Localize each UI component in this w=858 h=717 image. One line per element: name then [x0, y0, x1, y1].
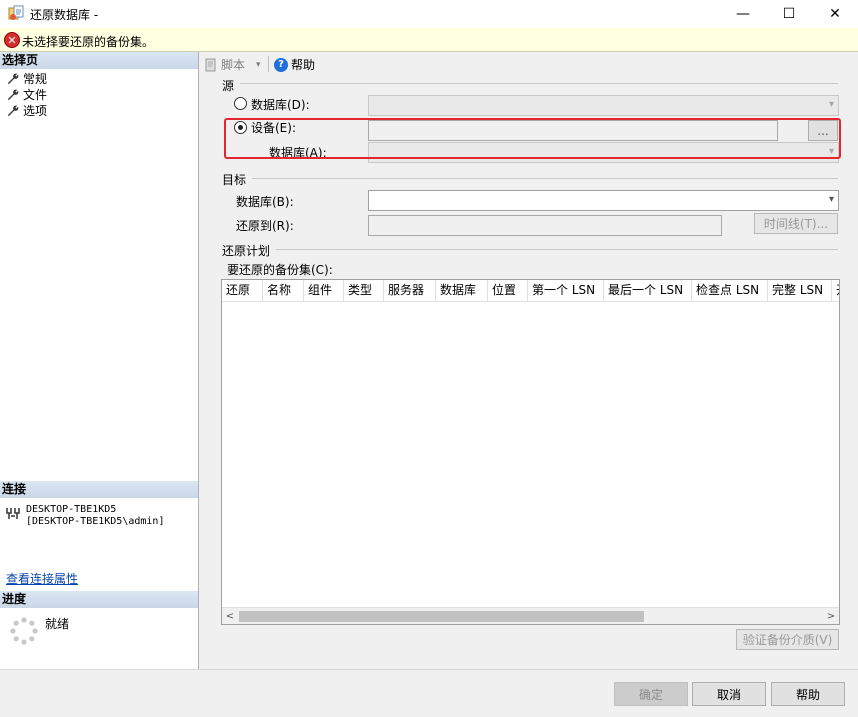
source-device-field[interactable]: [368, 120, 778, 141]
help-button[interactable]: 帮助: [771, 682, 845, 706]
server-connection-icon: [6, 508, 20, 519]
column-header-database[interactable]: 数据库: [436, 280, 488, 302]
column-header-server[interactable]: 服务器: [384, 280, 436, 302]
scroll-left-icon[interactable]: <: [222, 609, 238, 623]
plan-group-title: 还原计划: [222, 244, 271, 258]
connection-info: DESKTOP-TBE1KD5 [DESKTOP-TBE1KD5\admin]: [26, 504, 165, 527]
page-item-label: 文件: [23, 87, 48, 102]
cancel-button[interactable]: 取消: [692, 682, 766, 706]
target-divider: [252, 178, 838, 179]
x-circle-icon: ✕: [4, 32, 20, 48]
column-header-type[interactable]: 类型: [344, 280, 384, 302]
toolbar-separator: [268, 56, 269, 72]
ok-button[interactable]: 确定: [614, 682, 688, 706]
page-item-options[interactable]: 选项: [6, 102, 47, 118]
column-header-start[interactable]: 开: [832, 280, 839, 302]
script-label: 脚本: [221, 58, 246, 72]
close-button[interactable]: ✕: [812, 0, 858, 28]
backup-sets-grid[interactable]: 还原 名称 组件 类型 服务器 数据库 位置 第一个 LSN 最后一个 LSN …: [221, 279, 840, 625]
column-header-name[interactable]: 名称: [263, 280, 304, 302]
source-database-radio[interactable]: [234, 97, 247, 110]
toolbar: 脚本 ▾ ? 帮助: [200, 52, 858, 76]
left-panel: 选择页 常规 文件 选项 连接 DESKTOP-TBE1KD5 [DESKTOP…: [0, 52, 199, 669]
help-toolbar-button[interactable]: ? 帮助: [274, 56, 315, 73]
chevron-down-icon: ▾: [828, 99, 834, 110]
dialog-footer: 确定 取消 帮助: [0, 669, 858, 717]
column-header-last-lsn[interactable]: 最后一个 LSN: [604, 280, 692, 302]
column-header-full-lsn[interactable]: 完整 LSN: [768, 280, 832, 302]
source-divider: [240, 83, 838, 84]
help-label: 帮助: [291, 58, 316, 72]
maximize-button[interactable]: ☐: [766, 0, 812, 28]
page-item-general[interactable]: 常规: [6, 70, 47, 86]
window-title: 还原数据库 -: [30, 8, 99, 22]
minimize-button[interactable]: —: [720, 0, 766, 28]
source-database-select[interactable]: ▾: [368, 95, 839, 116]
error-message: 未选择要还原的备份集。: [22, 35, 155, 49]
wrench-icon: [7, 105, 19, 116]
chevron-down-icon: ▾: [828, 146, 834, 157]
restore-to-field[interactable]: [368, 215, 722, 236]
progress-status: 就绪: [45, 617, 70, 631]
page-item-files[interactable]: 文件: [6, 86, 47, 102]
horizontal-scrollbar[interactable]: < >: [222, 607, 839, 624]
column-header-component[interactable]: 组件: [304, 280, 344, 302]
source-database-label: 数据库(D):: [251, 98, 310, 112]
wrench-icon: [7, 73, 19, 84]
script-button[interactable]: 脚本 ▾: [204, 56, 261, 73]
script-icon: [205, 58, 216, 71]
device-database-select[interactable]: ▾: [368, 142, 839, 163]
title-bar: 还原数据库 - — ☐ ✕: [0, 0, 858, 28]
wrench-icon: [7, 89, 19, 100]
column-header-first-lsn[interactable]: 第一个 LSN: [528, 280, 604, 302]
help-icon: ?: [274, 57, 288, 72]
timeline-button[interactable]: 时间线(T)...: [754, 213, 838, 234]
target-database-select[interactable]: ▾: [368, 190, 839, 211]
chevron-down-icon: ▾: [828, 194, 834, 205]
connection-header: 连接: [0, 481, 198, 498]
chevron-down-icon[interactable]: ▾: [256, 60, 261, 70]
browse-device-button[interactable]: ...: [808, 120, 838, 141]
source-group-title: 源: [222, 79, 235, 93]
main-panel: 脚本 ▾ ? 帮助 源 数据库(D): ▾ 设备(E): ... 数据库(A):…: [200, 52, 858, 669]
error-banner: ✕ 未选择要还原的备份集。: [0, 28, 858, 52]
grid-header: 还原 名称 组件 类型 服务器 数据库 位置 第一个 LSN 最后一个 LSN …: [222, 280, 839, 302]
target-database-label: 数据库(B):: [236, 195, 294, 209]
backup-sets-label: 要还原的备份集(C):: [227, 263, 333, 277]
restore-to-label: 还原到(R):: [236, 219, 294, 233]
source-device-radio[interactable]: [234, 121, 247, 134]
scroll-right-icon[interactable]: >: [823, 609, 839, 623]
page-item-label: 常规: [23, 71, 48, 86]
column-header-restore[interactable]: 还原: [222, 280, 263, 302]
column-header-checkpoint-lsn[interactable]: 检查点 LSN: [692, 280, 768, 302]
select-page-header: 选择页: [0, 52, 198, 69]
progress-spinner-icon: [10, 617, 38, 645]
page-item-label: 选项: [23, 103, 48, 118]
view-connection-properties-link[interactable]: 查看连接属性: [6, 570, 78, 587]
device-database-label: 数据库(A):: [269, 146, 327, 160]
restore-database-icon: [8, 5, 24, 20]
plan-divider: [276, 249, 838, 250]
source-device-label: 设备(E):: [251, 121, 296, 135]
target-group-title: 目标: [222, 173, 247, 187]
verify-backup-media-button[interactable]: 验证备份介质(V): [736, 629, 839, 650]
scrollbar-thumb[interactable]: [239, 611, 644, 622]
column-header-position[interactable]: 位置: [488, 280, 528, 302]
progress-header: 进度: [0, 591, 198, 608]
